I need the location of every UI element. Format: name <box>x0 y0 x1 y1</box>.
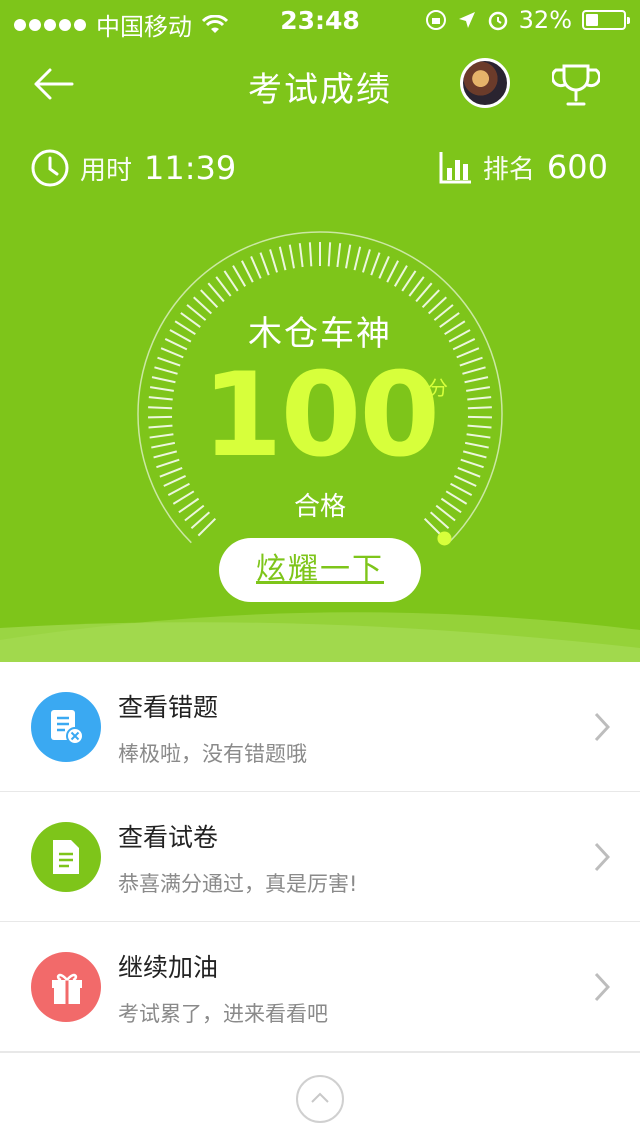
action-list: 查看错题 棒极啦，没有错题哦 查看试卷 恭喜满分通过，真是厉害! 继续加油 考试… <box>0 662 640 1052</box>
score-value: 100 <box>0 352 640 480</box>
rank-value: 600 <box>547 148 608 186</box>
gauge-tick <box>290 245 294 269</box>
list-item-title: 查看错题 <box>118 688 218 724</box>
gauge-tick <box>402 271 415 291</box>
nav-bar: 考试成绩 <box>0 42 640 126</box>
chevron-right-icon <box>594 712 610 742</box>
list-item-title: 继续加油 <box>118 948 218 984</box>
list-item-wrong-questions[interactable]: 查看错题 棒极啦，没有错题哦 <box>0 662 640 792</box>
gauge-tick <box>423 290 440 307</box>
gauge-pointer <box>437 531 451 545</box>
gauge-tick <box>387 261 398 282</box>
battery-percent: 32% <box>519 6 572 34</box>
gauge-tick <box>355 247 361 270</box>
alarm-icon <box>487 9 509 31</box>
gauge-tick <box>208 283 224 301</box>
list-item-subtitle: 棒极啦，没有错题哦 <box>118 738 307 768</box>
battery-level <box>586 14 598 26</box>
stats-row: 用时 11:39 排名 600 <box>0 142 640 194</box>
chevron-right-icon <box>594 972 610 1002</box>
avatar[interactable] <box>460 58 510 108</box>
time-value: 11:39 <box>144 149 236 187</box>
gauge-tick <box>310 242 311 266</box>
gauge-tick <box>363 249 370 272</box>
wave-decoration <box>0 600 640 662</box>
list-item-keep-going[interactable]: 继续加油 考试累了，进来看看吧 <box>0 922 640 1052</box>
gauge-tick <box>260 253 268 276</box>
score-unit: 分 <box>428 372 448 401</box>
gauge-tick <box>224 271 237 291</box>
chevron-up-icon <box>298 1077 342 1121</box>
gauge-tick <box>337 243 340 267</box>
gauge-tick <box>270 249 277 272</box>
gauge-tick <box>242 261 253 282</box>
bar-chart-icon <box>439 150 473 184</box>
gauge-tick <box>329 242 330 266</box>
score-header: 中国移动 23:48 32% <box>0 0 640 662</box>
score-status: 合格 <box>0 486 640 523</box>
list-item-view-paper[interactable]: 查看试卷 恭喜满分通过，真是厉害! <box>0 792 640 922</box>
location-icon <box>457 10 477 30</box>
time-label: 用时 <box>80 150 132 187</box>
bottom-bar <box>0 1052 640 1137</box>
status-bar: 中国移动 23:48 32% <box>0 0 640 42</box>
page-title: 考试成绩 <box>0 62 640 111</box>
clock-icon <box>30 148 70 188</box>
gauge-tick <box>346 245 350 269</box>
document-icon <box>31 822 101 892</box>
gauge-tick <box>379 256 389 278</box>
rotation-lock-icon <box>425 9 447 31</box>
share-button[interactable]: 炫耀一下 <box>219 538 421 602</box>
rank-label: 排名 <box>483 149 535 186</box>
battery-icon <box>582 10 626 30</box>
gauge-tick <box>280 247 286 270</box>
gauge-tick <box>416 283 432 301</box>
trophy-icon[interactable] <box>552 60 600 110</box>
list-item-subtitle: 恭喜满分通过，真是厉害! <box>118 868 357 898</box>
gauge-tick <box>409 277 423 296</box>
chevron-right-icon <box>594 842 610 872</box>
list-item-subtitle: 考试累了，进来看看吧 <box>118 998 328 1028</box>
gift-icon <box>31 952 101 1022</box>
gauge-tick <box>233 266 245 287</box>
gauge-tick <box>201 290 218 307</box>
gauge-tick <box>395 266 407 287</box>
gauge-tick <box>371 253 379 276</box>
list-item-title: 查看试卷 <box>118 818 218 854</box>
gauge-tick <box>216 277 230 296</box>
gauge-tick <box>300 243 303 267</box>
scroll-up-button[interactable] <box>296 1075 344 1123</box>
wrong-questions-icon <box>31 692 101 762</box>
gauge-tick <box>251 256 261 278</box>
